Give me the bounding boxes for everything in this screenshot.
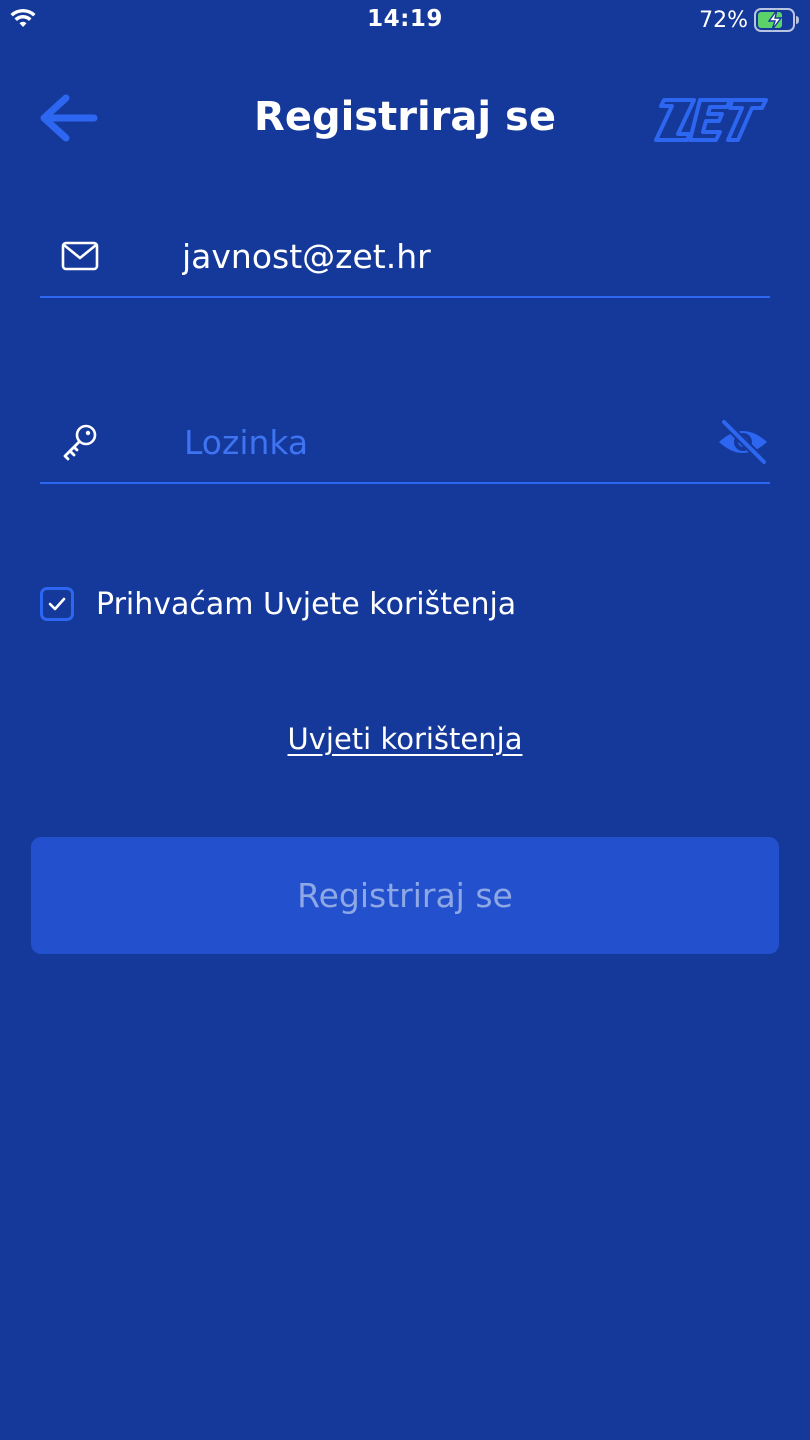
status-bar: 14:19 72% <box>0 0 810 44</box>
password-input[interactable] <box>184 418 704 466</box>
battery-charging-icon <box>754 8 799 32</box>
eye-off-icon[interactable] <box>716 418 770 466</box>
zet-logo <box>654 98 768 142</box>
terms-acceptance-row: Prihvaćam Uvjete korištenja <box>40 582 516 626</box>
email-input[interactable] <box>182 232 702 280</box>
battery-percent: 72% <box>699 7 748 33</box>
password-field <box>40 402 770 484</box>
mail-icon <box>61 241 99 271</box>
battery-indicator: 72% <box>699 6 800 34</box>
key-icon <box>63 424 97 461</box>
terms-checkbox[interactable] <box>40 587 74 621</box>
terms-checkbox-label: Prihvaćam Uvjete korištenja <box>96 586 517 622</box>
email-field <box>40 216 770 298</box>
checkmark-icon <box>48 597 66 611</box>
status-time: 14:19 <box>367 6 443 32</box>
register-button[interactable]: Registriraj se <box>31 837 779 954</box>
terms-of-use-link[interactable]: Uvjeti korištenja <box>0 722 810 756</box>
header: Registriraj se <box>0 80 810 160</box>
